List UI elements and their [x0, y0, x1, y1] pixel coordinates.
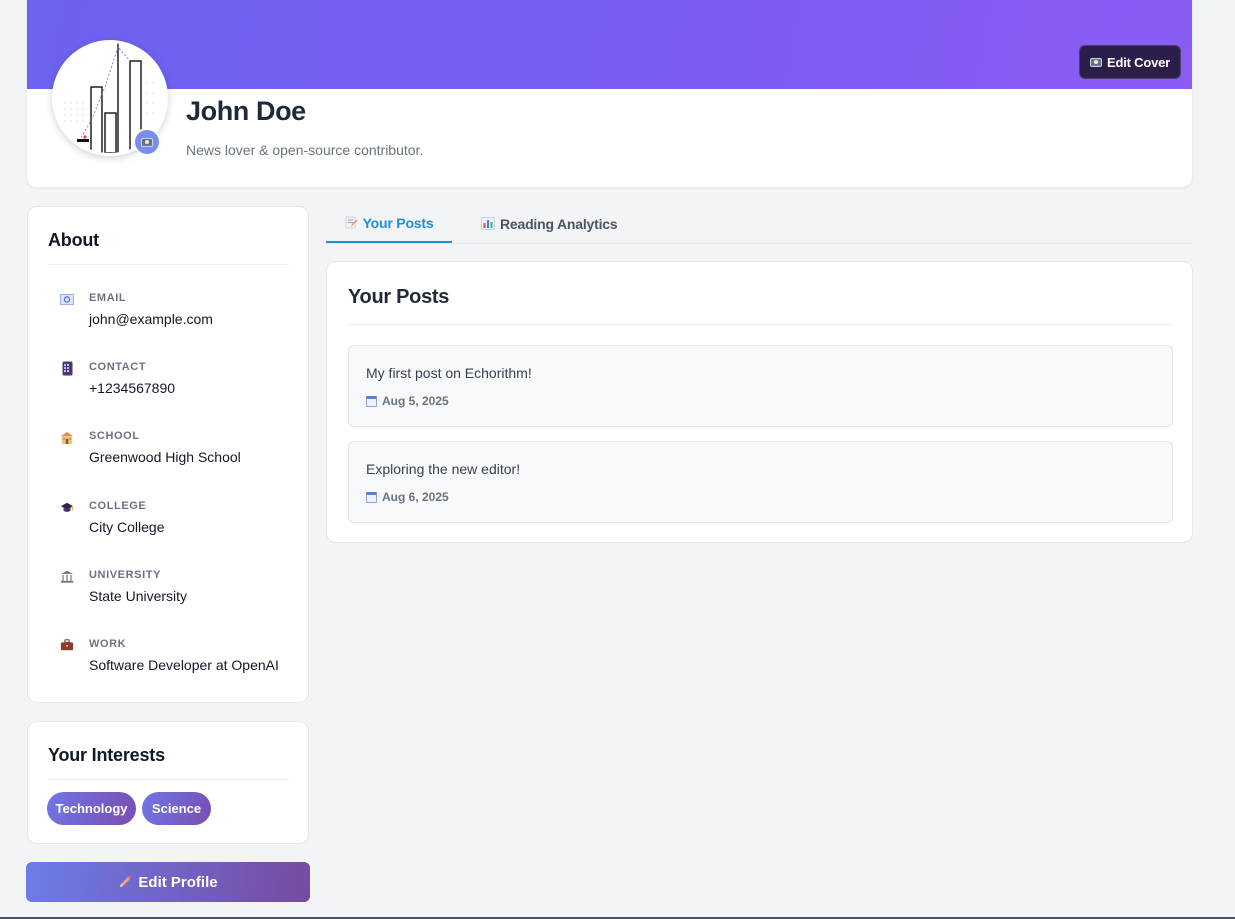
profile-name: John Doe	[186, 96, 306, 126]
pencil-icon	[120, 875, 132, 887]
edit-cover-label: Edit Cover	[1106, 54, 1170, 70]
info-label: COLLEGE	[89, 500, 147, 512]
change-avatar-button[interactable]	[133, 128, 161, 156]
interests-card: Your Interests Technology Science	[27, 721, 309, 844]
info-item-school: SCHOOL Greenwood High School	[58, 430, 298, 474]
phone-icon	[60, 361, 74, 375]
divider	[48, 779, 289, 780]
post-date: Aug 5, 2025	[366, 394, 449, 408]
tab-your-posts[interactable]: Your Posts	[326, 204, 452, 243]
info-item-contact: CONTACT +1234567890	[58, 361, 298, 405]
calendar-icon	[366, 395, 377, 407]
interest-tag[interactable]: Technology	[47, 792, 136, 825]
divider	[348, 324, 1173, 325]
info-item-email: EMAIL john@example.com	[58, 292, 298, 336]
info-value: Software Developer at OpenAI	[89, 657, 279, 673]
calendar-icon	[366, 491, 377, 503]
about-title: About	[48, 230, 99, 250]
university-icon	[60, 569, 74, 583]
post-date: Aug 6, 2025	[366, 490, 449, 504]
post-date-text: Aug 5, 2025	[382, 394, 449, 408]
posts-card: Your Posts My first post on Echorithm! A…	[326, 261, 1193, 543]
posts-title: Your Posts	[348, 286, 450, 308]
info-item-university: UNIVERSITY State University	[58, 569, 298, 613]
briefcase-icon	[60, 638, 74, 652]
graduation-cap-icon	[60, 500, 74, 514]
profile-header: Edit Cover John Doe News lover & open-so…	[27, 0, 1192, 187]
edit-profile-button[interactable]: Edit Profile	[26, 862, 310, 902]
about-card: About EMAIL john@example.com CONTACT +12…	[27, 206, 309, 703]
info-label: SCHOOL	[89, 430, 140, 442]
memo-icon	[345, 216, 358, 229]
bar-chart-icon	[481, 217, 495, 230]
tab-label: Reading Analytics	[500, 215, 618, 232]
info-item-college: COLLEGE City College	[58, 500, 298, 544]
post-item[interactable]: My first post on Echorithm! Aug 5, 2025	[348, 345, 1173, 427]
info-value: john@example.com	[89, 311, 213, 327]
camera-icon	[1089, 57, 1102, 67]
info-label: EMAIL	[89, 292, 127, 304]
tab-bar: Your Posts Reading Analytics	[326, 204, 1192, 244]
divider	[48, 264, 289, 265]
post-text: My first post on Echorithm!	[366, 365, 532, 381]
info-value: +1234567890	[89, 380, 176, 396]
camera-icon	[141, 137, 153, 147]
post-text: Exploring the new editor!	[366, 461, 521, 477]
info-label: UNIVERSITY	[89, 569, 162, 581]
tab-reading-analytics[interactable]: Reading Analytics	[481, 204, 618, 243]
interests-title: Your Interests	[48, 745, 165, 765]
cover-banner: Edit Cover	[27, 0, 1192, 89]
info-label: CONTACT	[89, 361, 147, 373]
info-value: Greenwood High School	[89, 449, 241, 465]
edit-cover-button[interactable]: Edit Cover	[1079, 45, 1181, 79]
interest-tag[interactable]: Science	[142, 792, 211, 825]
info-label: WORK	[89, 638, 127, 650]
tab-label: Your Posts	[362, 214, 434, 231]
post-item[interactable]: Exploring the new editor! Aug 6, 2025	[348, 441, 1173, 523]
info-value: City College	[89, 519, 165, 535]
post-date-text: Aug 6, 2025	[382, 490, 449, 504]
email-icon	[60, 292, 74, 306]
edit-profile-label: Edit Profile	[138, 873, 218, 891]
school-icon	[60, 430, 74, 444]
info-item-work: WORK Software Developer at OpenAI	[58, 638, 298, 682]
profile-bio: News lover & open-source contributor.	[186, 142, 424, 158]
info-value: State University	[89, 588, 188, 604]
